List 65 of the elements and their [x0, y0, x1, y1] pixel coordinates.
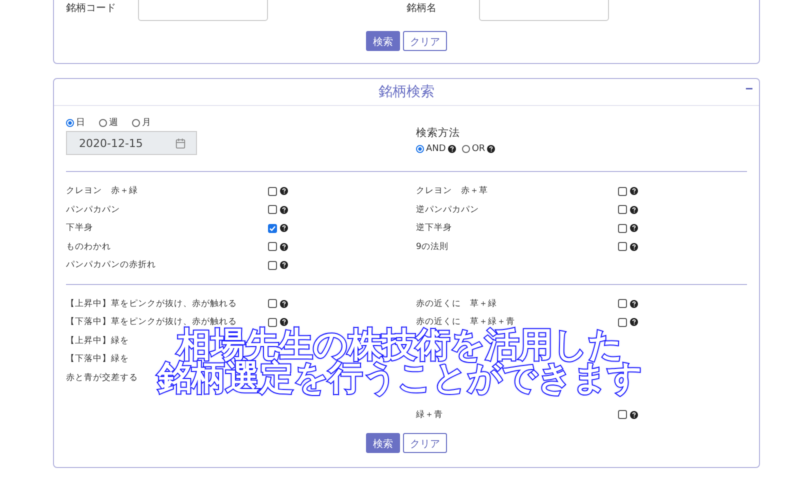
input-field[interactable]: [478, 0, 608, 21]
help-icon[interactable]: [630, 410, 638, 419]
help-icon[interactable]: [630, 242, 638, 251]
checkbox[interactable]: [618, 299, 627, 308]
clear-button[interactable]: クリア: [403, 433, 447, 453]
option-label: 赤の近くに 草＋緑: [416, 298, 498, 310]
help-icon[interactable]: [487, 145, 496, 153]
help-icon[interactable]: [630, 187, 638, 196]
calendar-icon[interactable]: [175, 138, 186, 148]
option-label: パンパカパン: [66, 204, 121, 216]
field-label: 銘柄コード: [66, 2, 117, 15]
period-radio[interactable]: 月: [132, 116, 151, 129]
checkbox[interactable]: [268, 205, 277, 214]
checkbox[interactable]: [618, 318, 627, 327]
period-radio[interactable]: 日: [66, 116, 85, 129]
search-button[interactable]: 検索: [366, 433, 400, 453]
option-label: クレヨン 赤＋緑: [66, 185, 139, 198]
method-title: 検索方法: [416, 126, 461, 140]
method-radio[interactable]: AND: [416, 144, 456, 154]
option-label: 9の法則: [416, 240, 450, 253]
checkbox[interactable]: [268, 299, 277, 308]
search-button[interactable]: 検索: [366, 31, 400, 51]
option-label: 【上昇中】草をピンクが抜け、赤が触れる: [66, 298, 238, 310]
option-label: 逆パンパカパン: [416, 204, 480, 216]
date-field[interactable]: 2020-12-15: [66, 131, 197, 155]
help-icon[interactable]: [630, 318, 638, 326]
method-radio[interactable]: OR: [462, 144, 496, 154]
help-icon[interactable]: [280, 261, 288, 270]
input-field[interactable]: [138, 0, 268, 21]
checkbox[interactable]: [618, 242, 627, 252]
help-icon[interactable]: [448, 145, 456, 153]
checkbox[interactable]: [268, 260, 277, 270]
option-label: 下半身: [66, 222, 94, 234]
option-label: クレヨン 赤＋草: [416, 185, 489, 198]
help-icon[interactable]: [280, 318, 288, 326]
help-icon[interactable]: [630, 300, 638, 308]
option-label: 逆下半身: [416, 222, 453, 234]
checkbox[interactable]: [268, 318, 277, 327]
help-icon[interactable]: [630, 206, 638, 214]
option-label: パンパカパンの赤折れ: [66, 259, 157, 272]
checkbox[interactable]: [268, 224, 277, 233]
help-icon[interactable]: [280, 224, 288, 232]
checkbox[interactable]: [618, 410, 627, 420]
help-icon[interactable]: [630, 224, 638, 232]
option-label: 【上昇中】緑を: [66, 334, 130, 347]
period-radio[interactable]: 週: [99, 116, 118, 129]
help-icon[interactable]: [280, 300, 288, 308]
help-icon[interactable]: [280, 206, 288, 214]
panel-title: 銘柄検索: [378, 83, 434, 101]
checkbox[interactable]: [268, 242, 277, 252]
option-label: 赤と青が交差する: [66, 372, 139, 384]
option-label: 赤の近くに 草＋緑＋青: [416, 316, 515, 328]
checkbox[interactable]: [618, 205, 627, 214]
option-label: 【下落中】草をピンクが抜け、赤が触れる: [66, 316, 237, 328]
field-label: 銘柄名: [406, 2, 438, 15]
checkbox[interactable]: [618, 186, 627, 196]
option-label: 【下落中】緑を: [66, 353, 130, 366]
option-label: ものわかれ: [66, 240, 112, 253]
checkbox[interactable]: [268, 186, 277, 196]
help-icon[interactable]: [280, 242, 288, 251]
option-label: 緑＋青: [416, 408, 444, 421]
checkbox[interactable]: [618, 224, 627, 233]
collapse-button[interactable]: −: [745, 81, 753, 96]
help-icon[interactable]: [280, 187, 288, 196]
clear-button[interactable]: クリア: [403, 31, 447, 51]
